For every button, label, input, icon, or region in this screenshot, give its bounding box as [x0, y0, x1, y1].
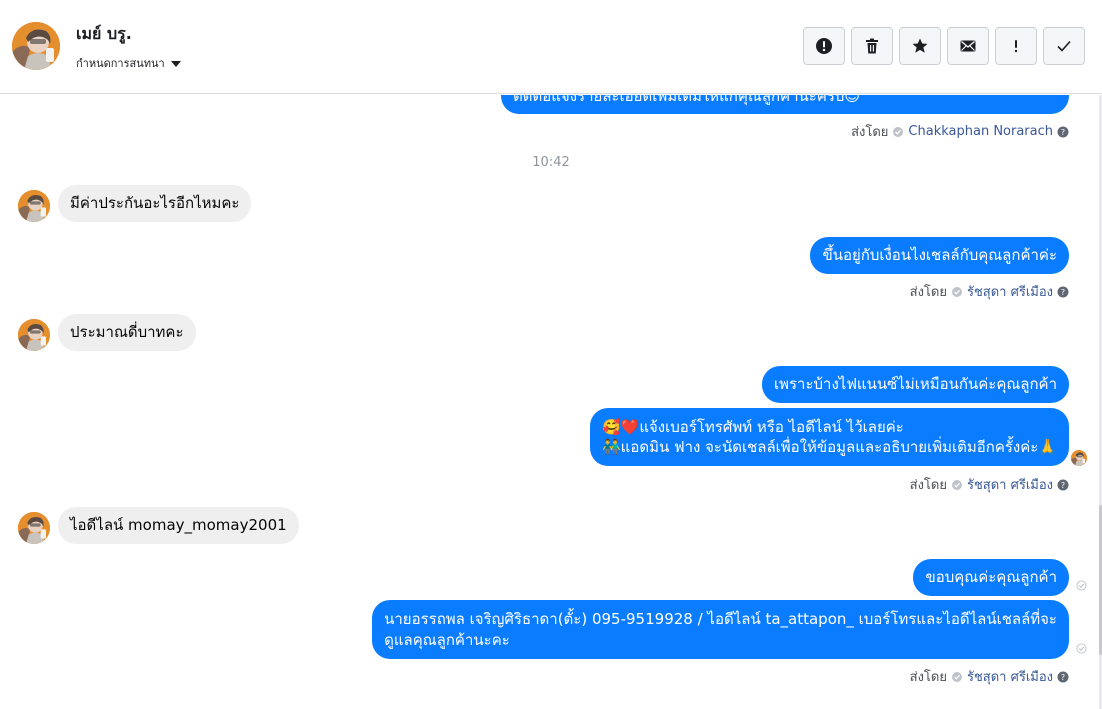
conversation-header: เมย์ บรู. กำหนดการสนทนา [0, 0, 1102, 94]
message-bubble-incoming[interactable]: ไอดีไลน์ momay_momay2001 [58, 507, 299, 544]
star-button[interactable] [899, 27, 941, 65]
star-icon [912, 38, 928, 53]
message-text: ติดต่อแจ้งรายละเอียดเพิ่มเติมให้แก่คุณลู… [513, 95, 861, 105]
sender-avatar[interactable] [18, 512, 50, 544]
assign-conversation-label: กำหนดการสนทนา [76, 57, 165, 70]
delete-button[interactable] [851, 27, 893, 65]
sent-by-agent[interactable]: รัชสุดา ศรีเมือง [967, 474, 1053, 495]
conversation-toolbar [803, 27, 1085, 65]
sent-by-info: ส่งโดย รัชสุดา ศรีเมือง ? [910, 474, 1069, 495]
seen-avatar [1071, 450, 1087, 466]
verified-check-icon [951, 286, 962, 297]
exclamation-icon [1014, 40, 1018, 53]
message-text: 🥰❤️แจ้งเบอร์โทรศัพท์ หรือ ไอดีไลน์ ไว้เล… [602, 418, 904, 436]
message-text: มีค่าประกันอะไรอีกไหมคะ [70, 194, 240, 212]
sent-by-agent[interactable]: รัชสุดา ศรีเมือง [967, 281, 1053, 302]
sent-by-label: ส่งโดย [909, 478, 947, 493]
svg-text:?: ? [1061, 481, 1065, 490]
contact-avatar[interactable] [12, 22, 60, 70]
sent-by-info: ส่งโดย รัชสุดา ศรีเมือง ? [910, 281, 1069, 302]
message-bubble-incoming[interactable]: ประมาณดี่บาทคะ [58, 314, 196, 351]
svg-text:?: ? [1061, 128, 1065, 137]
message-bubble-outgoing[interactable]: เพราะบ้างไฟแนนซ์ไม่เหมือนกันค่ะคุณลูกค้า [761, 366, 1069, 403]
message-text: ประมาณดี่บาทคะ [70, 323, 184, 341]
message-text: ดูแลคุณลูกค้านะคะ [384, 631, 510, 649]
sent-by-label: ส่งโดย [909, 670, 947, 685]
help-icon[interactable]: ? [1057, 479, 1069, 491]
sent-by-info: ส่งโดย Chakkaphan Norarach ? [851, 121, 1069, 142]
delivered-check-icon [1076, 580, 1087, 591]
message-bubble-outgoing[interactable]: นายอรรถพล เจริญศิริธาดา(ตั้ะ) 095-951992… [372, 600, 1069, 659]
time-separator: 10:42 [532, 155, 570, 170]
message-bubble-outgoing[interactable]: ขึ้นอยู่กับเงื่อนไงเชลล์กับคุณลูกค้าค่ะ [810, 237, 1069, 274]
envelope-icon [960, 40, 976, 52]
help-icon[interactable]: ? [1057, 286, 1069, 298]
sent-by-label: ส่งโดย [851, 125, 889, 140]
verified-check-icon [951, 671, 962, 682]
assign-conversation-dropdown[interactable]: กำหนดการสนทนา [76, 54, 181, 72]
message-text: นายอรรถพล เจริญศิริธาดา(ตั้ะ) 095-951992… [384, 610, 1057, 628]
message-text: ขอบคุณค่ะคุณลูกค้า [925, 568, 1057, 586]
sent-by-agent[interactable]: รัชสุดา ศรีเมือง [967, 666, 1053, 687]
message-bubble-incoming[interactable]: มีค่าประกันอะไรอีกไหมคะ [58, 185, 252, 222]
sent-by-label: ส่งโดย [909, 285, 947, 300]
sent-by-info: ส่งโดย รัชสุดา ศรีเมือง ? [910, 666, 1069, 687]
contact-name[interactable]: เมย์ บรู. [76, 22, 132, 47]
delivered-check-icon [1076, 643, 1087, 654]
svg-text:?: ? [1061, 288, 1065, 297]
message-text: ไอดีไลน์ momay_momay2001 [70, 516, 287, 534]
report-button[interactable] [803, 27, 845, 65]
message-bubble-outgoing[interactable]: ติดต่อแจ้งรายละเอียดเพิ่มเติมให้แก่คุณลู… [501, 95, 1069, 114]
follow-up-button[interactable] [995, 27, 1037, 65]
verified-check-icon [893, 126, 904, 137]
message-bubble-outgoing[interactable]: 🥰❤️แจ้งเบอร์โทรศัพท์ หรือ ไอดีไลน์ ไว้เล… [590, 408, 1069, 466]
help-icon[interactable]: ? [1057, 126, 1069, 138]
message-bubble-outgoing[interactable]: ขอบคุณค่ะคุณลูกค้า [913, 559, 1069, 596]
svg-text:?: ? [1061, 673, 1065, 682]
sent-by-agent[interactable]: Chakkaphan Norarach [908, 124, 1053, 139]
message-thread[interactable]: ติดต่อแจ้งรายละเอียดเพิ่มเติมให้แก่คุณลู… [0, 95, 1102, 709]
checkmark-icon [1057, 40, 1071, 52]
message-text: เพราะบ้างไฟแนนซ์ไม่เหมือนกันค่ะคุณลูกค้า [773, 375, 1057, 393]
report-icon [816, 38, 832, 54]
sender-avatar[interactable] [18, 319, 50, 351]
help-icon[interactable]: ? [1057, 671, 1069, 683]
message-text: 👬แอดมิน ฟาง จะนัดเชลล์เพื่อให้ข้อมูลและอ… [602, 438, 1057, 456]
mark-unread-button[interactable] [947, 27, 989, 65]
caret-down-icon [170, 60, 181, 67]
message-text: ขึ้นอยู่กับเงื่อนไงเชลล์กับคุณลูกค้าค่ะ [822, 246, 1057, 264]
mark-done-button[interactable] [1043, 27, 1085, 65]
sender-avatar[interactable] [18, 190, 50, 222]
verified-check-icon [951, 479, 962, 490]
trash-icon [866, 38, 878, 54]
